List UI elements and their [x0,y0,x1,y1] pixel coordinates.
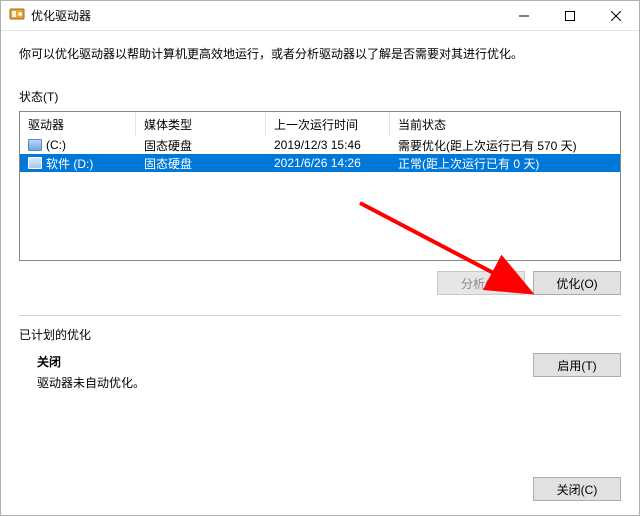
window-controls [501,1,639,30]
drive-media: 固态硬盘 [136,137,266,154]
minimize-button[interactable] [501,1,547,30]
analyze-button[interactable]: 分析(A) [437,271,525,295]
enable-schedule-button[interactable]: 启用(T) [533,353,621,377]
status-label: 状态(T) [19,88,621,105]
schedule-off-label: 关闭 [37,353,145,370]
titlebar: 优化驱动器 [1,1,639,31]
divider [19,315,621,316]
close-button[interactable]: 关闭(C) [533,477,621,501]
column-last-run[interactable]: 上一次运行时间 [266,112,390,136]
drive-state: 需要优化(距上次运行已有 570 天) [390,137,620,154]
schedule-info: 关闭 驱动器未自动优化。 [19,353,145,391]
drive-media: 固态硬盘 [136,155,266,172]
drive-last-run: 2021/6/26 14:26 [266,156,390,170]
description-text: 你可以优化驱动器以帮助计算机更高效地运行，或者分析驱动器以了解是否需要对其进行优… [19,45,621,62]
schedule-title: 已计划的优化 [19,326,621,343]
drive-list[interactable]: 驱动器 媒体类型 上一次运行时间 当前状态 (C:) 固态硬盘 2019/12/… [19,111,621,261]
drive-name: (C:) [46,138,66,152]
column-state[interactable]: 当前状态 [390,112,620,136]
drive-icon [28,139,42,151]
action-buttons: 分析(A) 优化(O) [19,271,621,295]
footer: 关闭(C) [533,477,621,501]
drive-name: 软件 (D:) [46,155,93,172]
window-title: 优化驱动器 [31,7,91,24]
optimize-button[interactable]: 优化(O) [533,271,621,295]
close-window-button[interactable] [593,1,639,30]
drive-list-header: 驱动器 媒体类型 上一次运行时间 当前状态 [20,112,620,136]
drive-last-run: 2019/12/3 15:46 [266,138,390,152]
app-icon [9,6,25,25]
drive-state: 正常(距上次运行已有 0 天) [390,155,620,172]
column-drive[interactable]: 驱动器 [20,112,136,136]
content-area: 你可以优化驱动器以帮助计算机更高效地运行，或者分析驱动器以了解是否需要对其进行优… [1,31,639,403]
column-media[interactable]: 媒体类型 [136,112,266,136]
schedule-body: 关闭 驱动器未自动优化。 启用(T) [19,353,621,391]
drive-row[interactable]: (C:) 固态硬盘 2019/12/3 15:46 需要优化(距上次运行已有 5… [20,136,620,154]
drive-icon [28,157,42,169]
drive-row[interactable]: 软件 (D:) 固态硬盘 2021/6/26 14:26 正常(距上次运行已有 … [20,154,620,172]
maximize-button[interactable] [547,1,593,30]
schedule-off-desc: 驱动器未自动优化。 [37,374,145,391]
